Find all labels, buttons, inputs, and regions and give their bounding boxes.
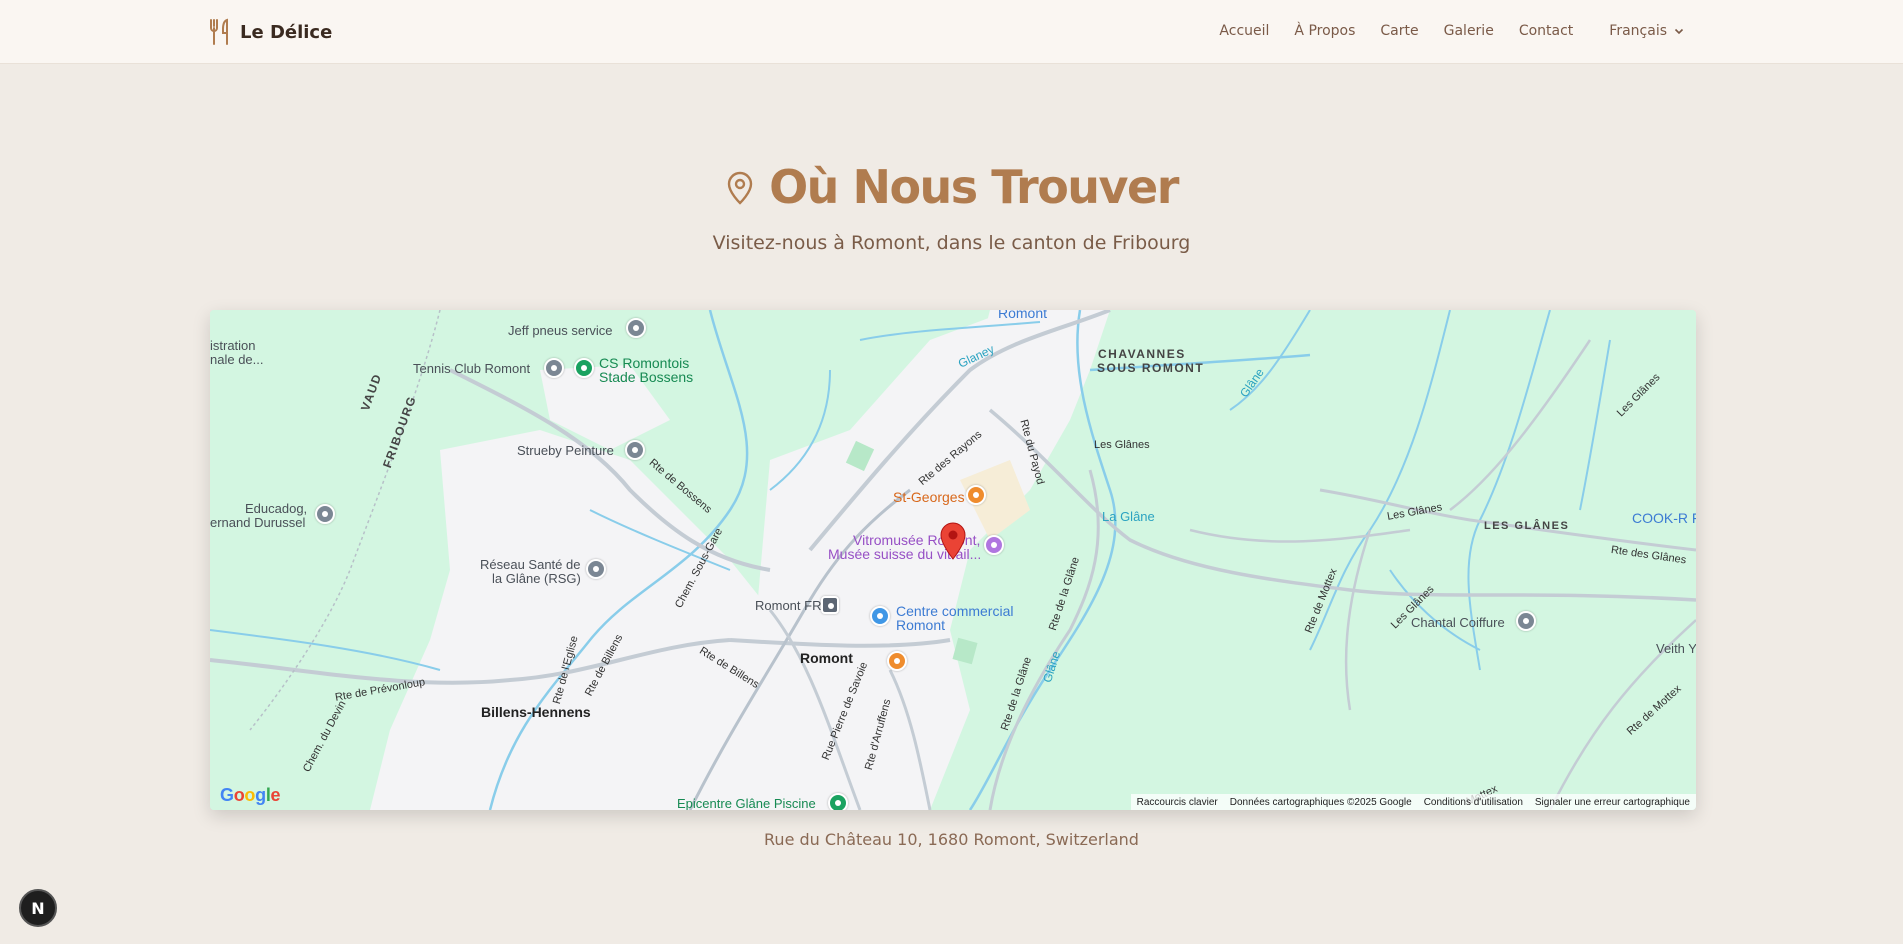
nav-accueil[interactable]: Accueil — [1219, 23, 1269, 39]
place-marker-vitromusee[interactable] — [984, 535, 1004, 555]
map-label-reseau-1: Réseau Santé de — [480, 557, 581, 572]
embedded-map[interactable]: Romont CHAVANNES SOUS ROMONT istration n… — [210, 310, 1696, 810]
map-label-cook-r: COOK-R Fo — [1632, 510, 1696, 526]
map-label-romont-top: Romont — [998, 310, 1048, 321]
map-label-administration-1: istration — [210, 338, 256, 353]
navbar: Le Délice Accueil À Propos Carte Galerie… — [0, 0, 1903, 64]
terms-link[interactable]: Conditions d'utilisation — [1424, 797, 1523, 808]
brand-logo[interactable]: Le Délice — [208, 18, 332, 46]
map-label-administration-2: nale de... — [210, 352, 264, 367]
main-nav: Accueil À Propos Carte Galerie Contact F… — [1194, 23, 1685, 39]
address-text: Rue du Château 10, 1680 Romont, Switzerl… — [764, 830, 1139, 849]
map-label-veith: Veith Yo — [1656, 641, 1696, 656]
map-attribution: Raccourcis clavier Données cartographiqu… — [1130, 794, 1696, 810]
chevron-down-icon — [1674, 28, 1684, 35]
report-error-link[interactable]: Signaler une erreur cartographique — [1535, 797, 1690, 808]
devtools-badge[interactable]: N — [19, 889, 57, 927]
utensils-icon — [210, 18, 228, 45]
nav-carte[interactable]: Carte — [1380, 23, 1418, 39]
map-label-educadog-2: ernand Durussel — [210, 515, 306, 530]
map-label-centre-2: Romont — [896, 617, 946, 633]
nav-a-propos[interactable]: À Propos — [1294, 23, 1355, 39]
map-label-epicentre: Epicentre Glâne Piscine — [677, 796, 816, 811]
google-logo[interactable]: Google — [220, 785, 281, 806]
location-marker-icon[interactable] — [940, 522, 966, 560]
map-label-les-glanes-1: Les Glânes — [1094, 439, 1150, 451]
train-station-icon[interactable] — [821, 596, 839, 614]
language-label: Français — [1609, 23, 1667, 39]
map-label-les-glanes-caps: LES GLÂNES — [1484, 520, 1570, 532]
place-marker-tennis[interactable] — [544, 358, 564, 378]
place-marker-centre-commercial[interactable] — [870, 606, 890, 626]
map-label-reseau-2: la Glâne (RSG) — [492, 571, 581, 586]
place-marker-cs-romontois[interactable] — [574, 358, 594, 378]
section-heading: Où Nous Trouver — [0, 160, 1903, 214]
place-marker-jeff[interactable] — [626, 318, 646, 338]
map-label-chavannes-2: SOUS ROMONT — [1097, 361, 1205, 375]
page-title: Où Nous Trouver — [769, 160, 1179, 214]
map-label-educadog-1: Educadog, — [245, 501, 308, 516]
language-selector[interactable]: Français — [1609, 23, 1685, 39]
map-label-cs-2: Stade Bossens — [599, 369, 694, 385]
map-label-chavannes-1: CHAVANNES — [1098, 347, 1186, 361]
map-data-credit: Données cartographiques ©2025 Google — [1229, 796, 1412, 808]
place-marker-restaurant[interactable] — [887, 651, 907, 671]
map-label-cs-1: CS Romontois — [599, 355, 690, 371]
map-label-romont-town: Romont — [800, 650, 853, 666]
page-subtitle: Visitez-nous à Romont, dans le canton de… — [712, 232, 1191, 254]
place-marker-educadog[interactable] — [315, 504, 335, 524]
map-label-romont-fr: Romont FR — [755, 598, 822, 613]
keyboard-shortcuts-link[interactable]: Raccourcis clavier — [1137, 797, 1218, 808]
place-marker-chantal[interactable] — [1516, 611, 1536, 631]
place-marker-epicentre[interactable] — [828, 793, 848, 810]
map-label-jeff: Jeff pneus service — [508, 323, 613, 338]
place-marker-strueby[interactable] — [625, 440, 645, 460]
map-label-chantal: Chantal Coiffure — [1411, 615, 1505, 630]
brand-name: Le Délice — [240, 21, 333, 43]
map-label-st-georges: St-Georges — [893, 489, 965, 505]
nav-contact[interactable]: Contact — [1519, 23, 1573, 39]
map-label-tennis: Tennis Club Romont — [413, 361, 531, 376]
map-label-centre-1: Centre commercial — [896, 603, 1014, 619]
map-label-strueby: Strueby Peinture — [517, 443, 614, 458]
place-marker-st-georges[interactable] — [966, 485, 986, 505]
nav-galerie[interactable]: Galerie — [1444, 23, 1494, 39]
map-pin-icon — [727, 171, 753, 205]
map-label-la-glane: La Glâne — [1102, 509, 1155, 524]
place-marker-reseau[interactable] — [586, 559, 606, 579]
map-label-billens: Billens-Hennens — [481, 704, 591, 720]
